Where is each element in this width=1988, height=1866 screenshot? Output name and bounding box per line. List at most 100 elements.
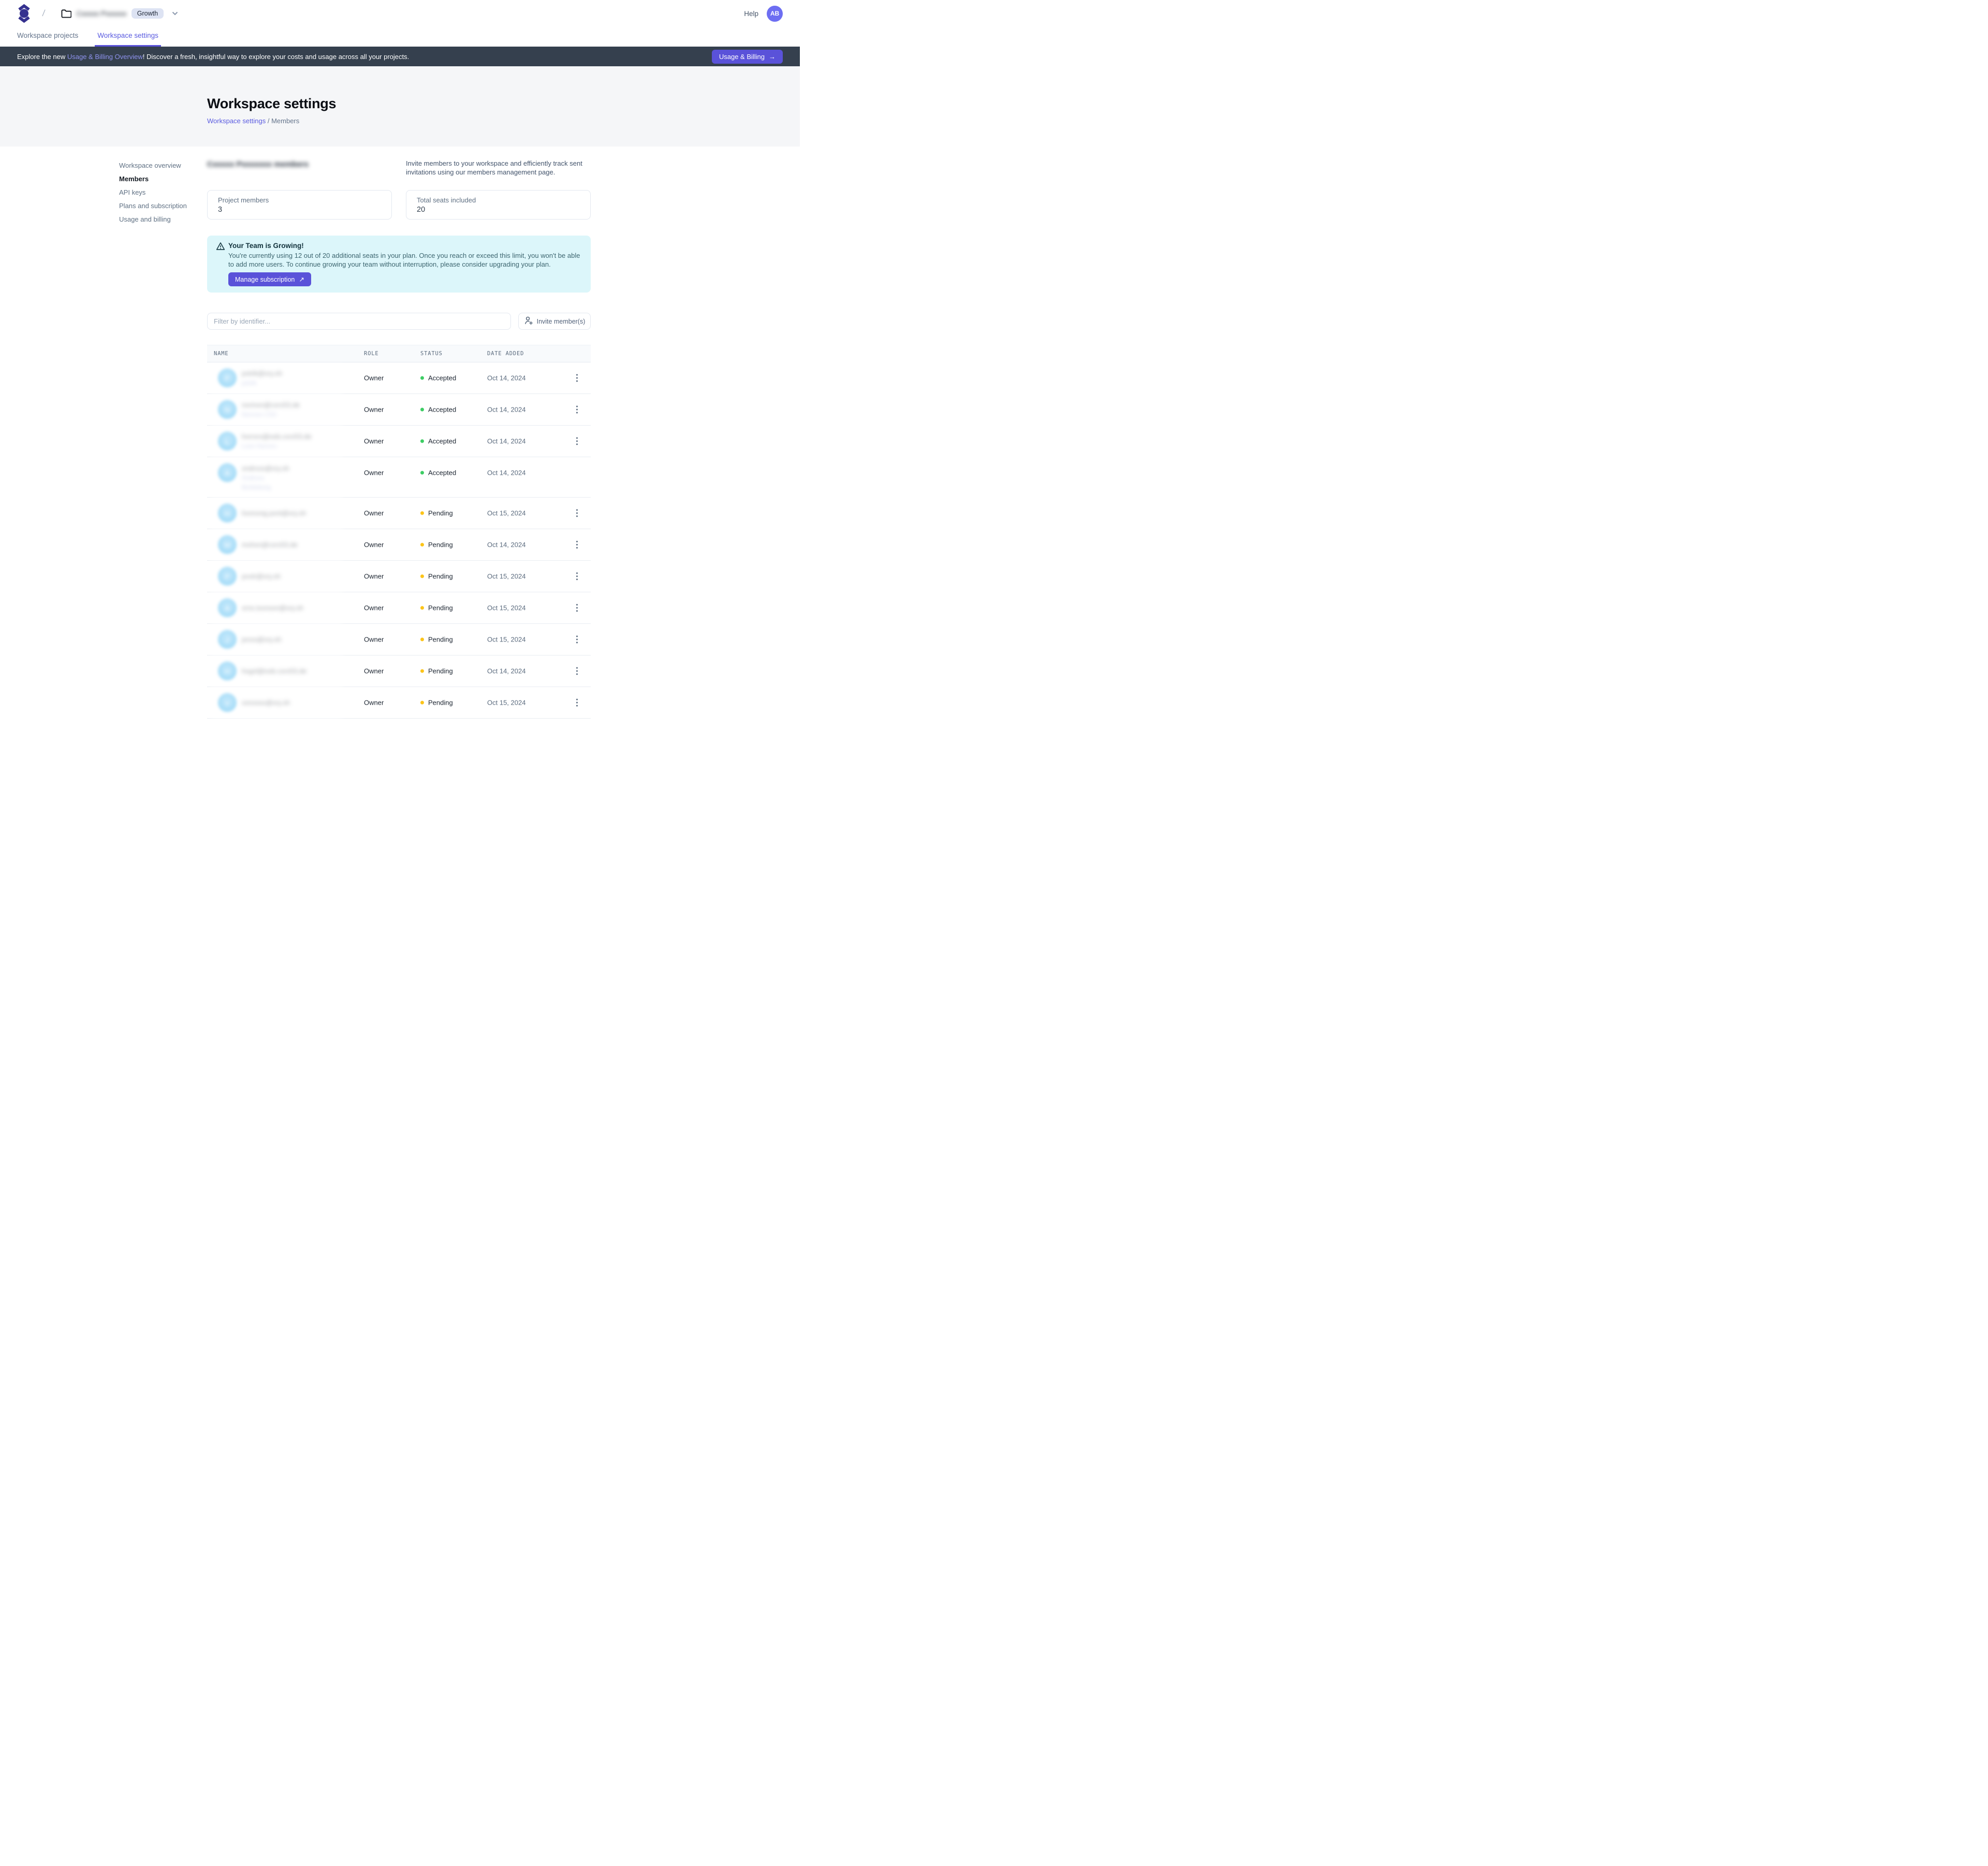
usage-billing-button[interactable]: Usage & Billing→ xyxy=(712,50,783,64)
folder-icon xyxy=(61,9,71,18)
manage-subscription-button[interactable]: Manage subscription ↗ xyxy=(228,272,311,286)
member-date-added: Oct 14, 2024 xyxy=(487,469,525,477)
page-title: Workspace settings xyxy=(207,96,800,112)
members-table: NAME ROLE STATUS DATE ADDED P pxtrik@xry… xyxy=(207,345,591,719)
user-avatar[interactable]: AB xyxy=(767,6,783,22)
status-dot-icon xyxy=(420,606,424,610)
plan-badge[interactable]: Growth xyxy=(131,8,164,19)
status-dot-icon xyxy=(420,669,424,673)
table-row: N nxrmxn@cxrx53.de Nxrmxn C53 Owner Acce… xyxy=(207,394,591,426)
member-date-added: Oct 14, 2024 xyxy=(487,438,525,445)
logo-glyph-icon xyxy=(17,4,31,23)
breadcrumb-workspace-settings-link[interactable]: Workspace settings xyxy=(207,117,266,125)
tab-workspace-settings[interactable]: Workspace settings xyxy=(95,27,161,47)
status-dot-icon xyxy=(420,440,424,443)
usage-billing-overview-link[interactable]: Usage & Billing Overview xyxy=(67,53,143,61)
alert-title: Your Team is Growing! xyxy=(228,242,581,250)
invite-members-button[interactable]: Invite member(s) xyxy=(518,313,591,330)
table-row: P pxtrik@xry.sh pxtrik Owner Accepted Oc… xyxy=(207,362,591,394)
member-secondary-name: Nxrmxn C53 xyxy=(242,411,300,418)
member-status-cell: Pending xyxy=(420,509,453,517)
row-menu-button[interactable] xyxy=(573,570,581,584)
sidebar-item-workspace-overview[interactable]: Workspace overview xyxy=(119,159,207,172)
filter-input[interactable] xyxy=(207,313,511,330)
member-role: Owner xyxy=(364,541,384,549)
member-date-added: Oct 14, 2024 xyxy=(487,406,525,414)
sidebar-item-plans-subscription[interactable]: Plans and subscription xyxy=(119,199,207,213)
member-avatar: H xyxy=(218,662,237,680)
workspace-tabs: Workspace projects Workspace settings xyxy=(0,27,800,47)
member-status-cell: Pending xyxy=(420,667,453,675)
row-menu-button[interactable] xyxy=(573,664,581,678)
member-email: hxrrxrx@oob.cxrx53.de xyxy=(242,433,312,441)
member-email: pxtrik@xry.sh xyxy=(242,370,282,377)
table-row: M mxhxn@cxrx53.de Owner Pending Oct 14, … xyxy=(207,529,591,561)
member-email: jxnxs@xry.sh xyxy=(242,636,282,644)
member-date-added: Oct 15, 2024 xyxy=(487,573,525,580)
person-plus-icon xyxy=(524,316,533,327)
member-status-cell: Pending xyxy=(420,604,453,612)
member-status: Pending xyxy=(428,541,453,549)
column-header-status: STATUS xyxy=(420,351,443,357)
column-header-role: ROLE xyxy=(364,351,379,357)
member-role: Owner xyxy=(364,573,384,580)
member-avatar: P xyxy=(218,369,237,387)
row-menu-button[interactable] xyxy=(573,633,581,647)
project-members-count: 3 xyxy=(218,206,381,214)
members-section-description: Invite members to your workspace and eff… xyxy=(406,159,591,177)
tab-workspace-projects[interactable]: Workspace projects xyxy=(17,27,78,47)
team-growing-alert: Your Team is Growing! You're currently u… xyxy=(207,236,591,293)
member-role: Owner xyxy=(364,699,384,707)
status-dot-icon xyxy=(420,543,424,547)
sidebar-item-usage-billing[interactable]: Usage and billing xyxy=(119,213,207,226)
member-status-cell: Pending xyxy=(420,699,453,707)
workspace-name[interactable]: Cxxxxx Pxxxxxxx xyxy=(77,10,126,18)
row-menu-button[interactable] xyxy=(573,601,581,615)
member-name-cell: hxrrxrx@oob.cxrx53.de Lxxn Hxrrxrx xyxy=(242,433,312,450)
table-row: H hxnnxng.pxnt@xry.sh Owner Pending Oct … xyxy=(207,498,591,529)
members-table-header: NAME ROLE STATUS DATE ADDED xyxy=(207,345,591,362)
table-row: A xrnx.txxnsxn@xry.sh Owner Pending Oct … xyxy=(207,592,591,624)
row-menu-button[interactable] xyxy=(573,538,581,552)
row-menu-button[interactable] xyxy=(573,506,581,520)
table-row: A xndrxxs@xry.sh XndrxxsBxrklxbxrg Owner… xyxy=(207,457,591,498)
row-menu-button[interactable] xyxy=(573,403,581,417)
member-avatar: A xyxy=(218,599,237,617)
member-secondary-name: pxtrik xyxy=(242,380,282,387)
member-avatar: J xyxy=(218,630,237,649)
member-status-cell: Pending xyxy=(420,541,453,549)
row-menu-button[interactable] xyxy=(573,696,581,710)
member-email: hxnnxng.pxnt@xry.sh xyxy=(242,509,306,517)
row-menu-button[interactable] xyxy=(573,371,581,385)
help-link[interactable]: Help xyxy=(744,10,758,18)
member-role: Owner xyxy=(364,667,384,675)
member-role: Owner xyxy=(364,438,384,445)
sidebar-item-api-keys[interactable]: API keys xyxy=(119,186,207,199)
member-date-added: Oct 15, 2024 xyxy=(487,636,525,644)
member-name-cell: jxnxs@xry.sh xyxy=(242,636,282,644)
member-name-cell: vxnxssx@xry.sh xyxy=(242,699,290,707)
total-seats-count: 20 xyxy=(417,206,580,214)
member-role: Owner xyxy=(364,374,384,382)
usage-billing-banner: Explore the new Usage & Billing Overview… xyxy=(0,47,800,66)
member-secondary-name: Bxrklxbxrg xyxy=(242,484,289,491)
member-status: Pending xyxy=(428,667,453,675)
chevron-down-icon[interactable] xyxy=(172,11,178,16)
status-dot-icon xyxy=(420,408,424,412)
status-dot-icon xyxy=(420,575,424,578)
sidebar-item-members[interactable]: Members xyxy=(119,172,207,186)
warning-icon xyxy=(216,242,225,253)
member-status: Pending xyxy=(428,509,453,517)
member-email: hxgxl@oob.cxrx53.de xyxy=(242,667,306,675)
member-role: Owner xyxy=(364,636,384,644)
member-name-cell: xrnx.txxnsxn@xry.sh xyxy=(242,604,303,612)
app-logo-icon[interactable] xyxy=(17,4,31,23)
member-secondary-name: Xndrxxs xyxy=(242,474,289,482)
table-row: J jxnxs@xry.sh Owner Pending Oct 15, 202… xyxy=(207,624,591,655)
member-role: Owner xyxy=(364,604,384,612)
member-date-added: Oct 15, 2024 xyxy=(487,699,525,707)
row-menu-button[interactable] xyxy=(573,434,581,448)
settings-sidebar: Workspace overview Members API keys Plan… xyxy=(119,159,207,719)
member-status: Pending xyxy=(428,604,453,612)
member-date-added: Oct 14, 2024 xyxy=(487,541,525,549)
